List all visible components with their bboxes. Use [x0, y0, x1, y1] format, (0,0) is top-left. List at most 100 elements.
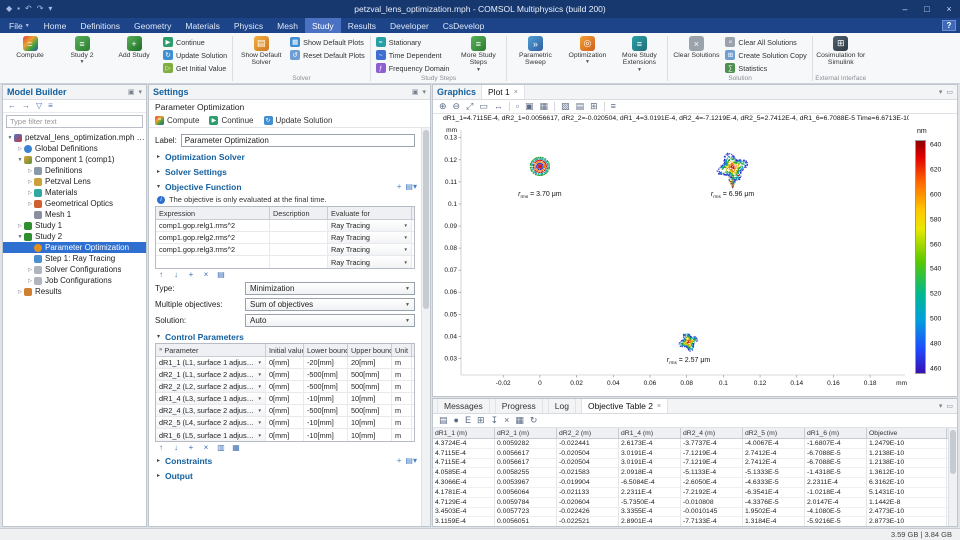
lower-cell[interactable]: -500[mm]: [304, 369, 348, 380]
description-cell[interactable]: [270, 244, 328, 255]
unit-cell[interactable]: m: [392, 357, 412, 368]
plot-settings-icon[interactable]: ≡: [611, 102, 616, 111]
clear-table-icon[interactable]: ×: [504, 416, 509, 425]
unit-cell[interactable]: m: [392, 405, 412, 416]
delete-row-icon[interactable]: ×: [201, 444, 211, 452]
constraints-menu-icon[interactable]: ▤▾: [405, 457, 417, 465]
table-row[interactable]: 4.1781E-40.0056064-0.0211332.2311E-4-7.2…: [433, 488, 948, 498]
ribbon-clear-solutions-button[interactable]: ×Clear Solutions: [671, 35, 721, 59]
plot-table-icon[interactable]: ▦: [515, 416, 524, 425]
settings-scrollbar[interactable]: [421, 128, 430, 526]
menu-developer[interactable]: Developer: [383, 18, 436, 33]
parameter-dropdown[interactable]: dR1_4 (L3, surface 1 adjustment)▼: [156, 393, 266, 404]
menu-definitions[interactable]: Definitions: [73, 18, 127, 33]
upper-cell[interactable]: 10[mm]: [348, 417, 392, 428]
close-button[interactable]: ×: [938, 0, 960, 18]
tree-item-petzval-lens[interactable]: ▷Petzval Lens: [3, 176, 146, 187]
description-cell[interactable]: [270, 256, 328, 268]
ribbon-create-solution-copy-button[interactable]: ⊞Create Solution Copy: [723, 49, 808, 61]
upper-cell[interactable]: 10[mm]: [348, 429, 392, 441]
initial-cell[interactable]: 0[mm]: [266, 357, 304, 368]
load-file-icon[interactable]: ▥: [216, 444, 226, 452]
tree-item-definitions[interactable]: ▷Definitions: [3, 165, 146, 176]
initial-cell[interactable]: 0[mm]: [266, 393, 304, 404]
table-scrollbar[interactable]: [948, 428, 957, 526]
ribbon-update-solution-button[interactable]: ↻Update Solution: [161, 49, 229, 61]
section-control-parameters[interactable]: ▾ Control Parameters: [155, 330, 419, 343]
settings-continue-button[interactable]: ▶Continue: [209, 116, 253, 125]
expression-cell[interactable]: comp1.gop.relg2.rms^2: [156, 232, 270, 243]
ribbon-statistics-button[interactable]: ∑Statistics: [723, 62, 808, 74]
ribbon-reset-default-plots-button[interactable]: ↺Reset Default Plots: [288, 49, 367, 61]
ribbon-time-dependent-button[interactable]: ~Time Dependent: [374, 49, 452, 61]
parameter-dropdown[interactable]: dR1_1 (L1, surface 1 adjustment)▼: [156, 357, 266, 368]
unit-cell[interactable]: m: [392, 429, 412, 441]
table-menu-icon[interactable]: ▤: [216, 271, 226, 279]
select-mode-icon[interactable]: ▫: [516, 102, 519, 111]
section-output[interactable]: ▸ Output: [155, 469, 419, 482]
add-objective-icon[interactable]: +: [397, 183, 402, 191]
move-down-icon[interactable]: ↓: [171, 444, 181, 452]
copy-plot-icon[interactable]: ⊞: [590, 102, 598, 111]
tree-item-solver-configurations[interactable]: ▷Solver Configurations: [3, 264, 146, 275]
lower-cell[interactable]: -10[mm]: [304, 417, 348, 428]
evaluate-for-dropdown[interactable]: Ray Tracing▼: [328, 244, 412, 255]
table-row[interactable]: 4.7115E-40.0056617-0.0205043.0191E-4-7.1…: [433, 459, 948, 469]
unit-cell[interactable]: m: [392, 417, 412, 428]
undo-icon[interactable]: ↶: [25, 5, 32, 13]
float-panel-icon[interactable]: ▭: [946, 88, 953, 96]
table-settings-icon[interactable]: ▤: [439, 416, 448, 425]
zoom-extents-icon[interactable]: ⤢: [466, 102, 473, 111]
ribbon-add-study-button[interactable]: +Add Study: [109, 35, 159, 59]
ribbon-continue-button[interactable]: ▶Continue: [161, 36, 229, 48]
table-row[interactable]: 3.1159E-40.0056051-0.0225212.8901E-4-7.7…: [433, 517, 948, 526]
parameter-dropdown[interactable]: dR2_5 (L4, surface 2 adjustment)▼: [156, 417, 266, 428]
float-panel-icon[interactable]: ▭: [946, 402, 953, 410]
lower-cell[interactable]: -10[mm]: [304, 393, 348, 404]
menu-results[interactable]: Results: [341, 18, 383, 33]
scientific-notation-icon[interactable]: E: [465, 416, 471, 425]
unit-cell[interactable]: m: [392, 381, 412, 392]
expand-open-icon[interactable]: ▼: [16, 234, 24, 240]
section-constraints[interactable]: ▸ Constraints + ▤▾: [155, 454, 419, 467]
expand-open-icon[interactable]: ▼: [6, 135, 14, 141]
tree-item-study-1[interactable]: ▷Study 1: [3, 220, 146, 231]
parameter-dropdown[interactable]: dR2_1 (L1, surface 2 adjustment)▼: [156, 369, 266, 380]
move-up-icon[interactable]: ↑: [156, 444, 166, 452]
save-file-icon[interactable]: ▦: [231, 444, 241, 452]
add-row-icon[interactable]: +: [186, 444, 196, 452]
ribbon-optimization-button[interactable]: ◎Optimization▼: [562, 35, 612, 65]
zoom-in-icon[interactable]: ⊕: [439, 102, 447, 111]
expression-cell[interactable]: comp1.gop.relg1.rms^2: [156, 220, 270, 231]
settings-update-solution-button[interactable]: ↻Update Solution: [264, 116, 333, 125]
tree-item-results[interactable]: ▷Results: [3, 286, 146, 297]
close-tab-icon[interactable]: ×: [514, 89, 518, 96]
section-optimization-solver[interactable]: ▸ Optimization Solver: [155, 150, 419, 163]
move-down-icon[interactable]: ↓: [171, 271, 181, 279]
ribbon-show-default-plots-button[interactable]: ▦Show Default Plots: [288, 36, 367, 48]
ribbon-stationary-button[interactable]: =Stationary: [374, 36, 452, 48]
filter-icon[interactable]: ▽: [36, 102, 42, 110]
close-tab-icon[interactable]: ×: [657, 403, 661, 410]
section-objective-function[interactable]: ▾ Objective Function + ▤▾: [155, 180, 419, 193]
tree-item-petzval-lens-optimization-mph-root[interactable]: ▼petzval_lens_optimization.mph (root): [3, 132, 146, 143]
tree-item-step-1-ray-tracing[interactable]: Step 1: Ray Tracing: [3, 253, 146, 264]
minimize-button[interactable]: –: [894, 0, 916, 18]
initial-cell[interactable]: 0[mm]: [266, 405, 304, 416]
type-select[interactable]: Minimization▼: [245, 282, 415, 295]
refresh-table-icon[interactable]: ↻: [530, 416, 538, 425]
initial-cell[interactable]: 0[mm]: [266, 369, 304, 380]
label-input[interactable]: [181, 134, 415, 147]
ribbon-show-default-solver-button[interactable]: ▤Show Default Solver: [236, 35, 286, 67]
ribbon-cosimulation-for-simulink-button[interactable]: ⊞Cosimulation for Simulink: [816, 35, 866, 67]
grid-icon[interactable]: ▦: [540, 102, 549, 111]
menu-home[interactable]: Home: [37, 18, 74, 33]
tab-objective-table-2[interactable]: Objective Table 2×: [581, 399, 668, 413]
upper-cell[interactable]: 500[mm]: [348, 405, 392, 416]
lock-axes-icon[interactable]: ▣: [525, 102, 534, 111]
panel-menu-icon[interactable]: ▾: [138, 88, 142, 96]
ribbon-study-2-button[interactable]: ≡Study 2▼: [57, 35, 107, 65]
expand-open-icon[interactable]: ▼: [16, 157, 24, 163]
menu-physics[interactable]: Physics: [227, 18, 270, 33]
expression-cell[interactable]: [156, 256, 270, 268]
